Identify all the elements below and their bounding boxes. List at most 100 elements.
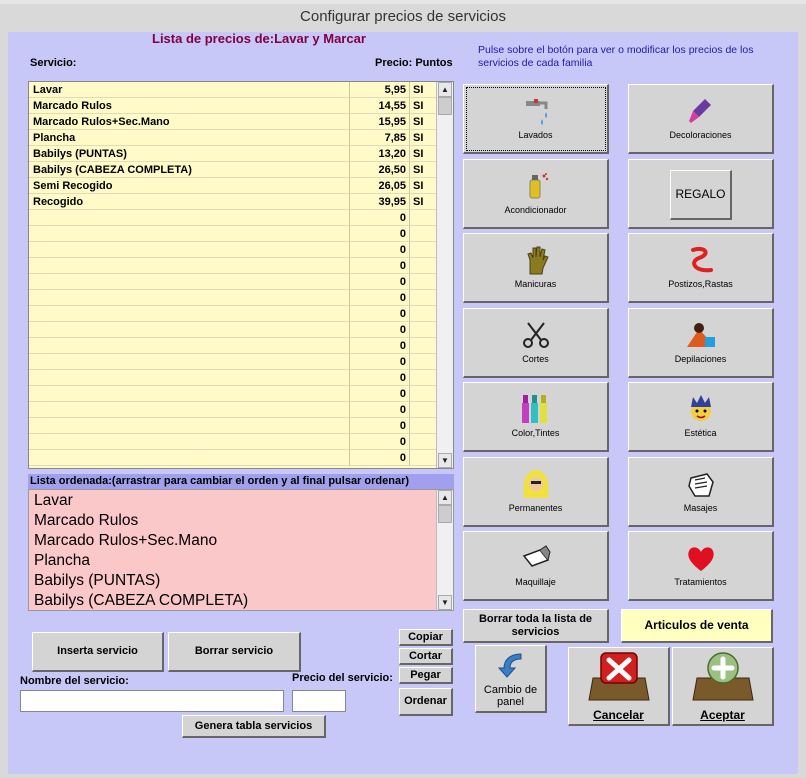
service-name-cell[interactable]: Lavar — [29, 82, 350, 98]
service-price-cell[interactable]: 0 — [350, 306, 410, 322]
service-price-cell[interactable]: 0 — [350, 370, 410, 386]
scroll-thumb[interactable] — [438, 97, 452, 115]
service-name-cell[interactable] — [29, 450, 350, 466]
service-name-cell[interactable] — [29, 338, 350, 354]
table-row[interactable]: 0 — [29, 370, 437, 386]
family-button-acondicionador[interactable]: Acondicionador — [463, 158, 609, 229]
family-button-tratamientos[interactable]: Tratamientos — [628, 531, 774, 601]
service-points-cell[interactable]: SI — [410, 98, 437, 114]
table-row[interactable]: Semi Recogido 26,05 SI — [29, 178, 437, 194]
service-points-cell[interactable] — [410, 274, 437, 290]
scroll-down-arrow-icon[interactable]: ▼ — [438, 453, 452, 468]
articulos-venta-button[interactable]: Articulos de venta — [621, 609, 773, 643]
service-points-cell[interactable] — [410, 290, 437, 306]
table-row[interactable]: Recogido 39,95 SI — [29, 194, 437, 210]
inserta-servicio-button[interactable]: Inserta servicio — [32, 632, 164, 672]
service-points-cell[interactable] — [410, 386, 437, 402]
service-points-cell[interactable] — [410, 258, 437, 274]
service-name-cell[interactable]: Marcado Rulos — [29, 98, 350, 114]
family-button-depilaciones[interactable]: Depilaciones — [628, 307, 774, 378]
service-name-cell[interactable] — [29, 418, 350, 434]
service-points-cell[interactable] — [410, 242, 437, 258]
service-points-cell[interactable] — [410, 338, 437, 354]
table-row[interactable]: 0 — [29, 242, 437, 258]
nombre-servicio-input[interactable] — [20, 690, 284, 712]
list-item[interactable]: Lavar — [34, 491, 73, 511]
table-row[interactable]: Marcado Rulos 14,55 SI — [29, 98, 437, 114]
list-item[interactable]: Babilys (PUNTAS) — [34, 571, 160, 591]
service-price-cell[interactable]: 13,20 — [350, 146, 410, 162]
cancelar-button[interactable]: Cancelar — [568, 647, 670, 726]
service-price-cell[interactable]: 7,85 — [350, 130, 410, 146]
service-price-cell[interactable]: 26,05 — [350, 178, 410, 194]
service-name-cell[interactable] — [29, 274, 350, 290]
service-price-cell[interactable]: 0 — [350, 354, 410, 370]
table-row[interactable]: 0 — [29, 418, 437, 434]
service-name-cell[interactable] — [29, 322, 350, 338]
family-button-lavados[interactable]: Lavados — [463, 84, 609, 154]
service-name-cell[interactable] — [29, 370, 350, 386]
service-name-cell[interactable]: Babilys (PUNTAS) — [29, 146, 350, 162]
family-button-cortes[interactable]: Cortes — [463, 307, 609, 378]
service-points-cell[interactable] — [410, 210, 437, 226]
service-points-cell[interactable]: SI — [410, 162, 437, 178]
service-price-cell[interactable]: 0 — [350, 274, 410, 290]
table-row[interactable]: Plancha 7,85 SI — [29, 130, 437, 146]
service-name-cell[interactable] — [29, 386, 350, 402]
ordenar-button[interactable]: Ordenar — [399, 688, 453, 716]
service-name-cell[interactable] — [29, 258, 350, 274]
table-row[interactable]: 0 — [29, 450, 437, 466]
service-name-cell[interactable]: Marcado Rulos+Sec.Mano — [29, 114, 350, 130]
service-name-cell[interactable] — [29, 434, 350, 450]
ordered-list[interactable]: Lavar Marcado Rulos Marcado Rulos+Sec.Mano… — [28, 489, 454, 611]
borrar-lista-button[interactable]: Borrar toda la lista de servicios — [463, 609, 609, 643]
service-name-cell[interactable] — [29, 290, 350, 306]
service-name-cell[interactable] — [29, 354, 350, 370]
precio-servicio-input[interactable] — [292, 690, 346, 712]
list-item[interactable]: Plancha — [34, 551, 90, 571]
service-price-cell[interactable]: 26,50 — [350, 162, 410, 178]
table-row[interactable]: 0 — [29, 434, 437, 450]
service-name-cell[interactable]: Semi Recogido — [29, 178, 350, 194]
table-row[interactable]: 0 — [29, 322, 437, 338]
family-button-est-tica[interactable]: Estética — [628, 382, 774, 452]
service-price-cell[interactable]: 0 — [350, 322, 410, 338]
service-price-cell[interactable]: 15,95 — [350, 114, 410, 130]
service-name-cell[interactable] — [29, 226, 350, 242]
family-button-regalo[interactable]: REGALO — [628, 158, 774, 229]
aceptar-button[interactable]: Aceptar — [672, 647, 774, 726]
family-button-manicuras[interactable]: Manicuras — [463, 233, 609, 303]
service-price-cell[interactable]: 0 — [350, 450, 410, 466]
table-row[interactable]: 0 — [29, 274, 437, 290]
service-price-cell[interactable]: 0 — [350, 226, 410, 242]
service-points-cell[interactable]: SI — [410, 194, 437, 210]
scroll-thumb[interactable] — [438, 505, 452, 523]
table-row[interactable]: Lavar 5,95 SI — [29, 82, 437, 98]
copiar-button[interactable]: Copiar — [399, 629, 453, 646]
service-price-cell[interactable]: 14,55 — [350, 98, 410, 114]
table-row[interactable]: 0 — [29, 386, 437, 402]
service-price-cell[interactable]: 0 — [350, 210, 410, 226]
service-name-cell[interactable] — [29, 306, 350, 322]
service-name-cell[interactable]: Babilys (CABEZA COMPLETA) — [29, 162, 350, 178]
ordered-list-scrollbar[interactable]: ▲ ▼ — [436, 490, 453, 610]
table-row[interactable]: 0 — [29, 210, 437, 226]
regalo-button[interactable]: REGALO — [670, 169, 732, 220]
cambio-panel-button[interactable]: Cambio de panel — [475, 645, 547, 713]
table-row[interactable]: 0 — [29, 402, 437, 418]
family-button-permanentes[interactable]: Permanentes — [463, 456, 609, 527]
scroll-up-arrow-icon[interactable]: ▲ — [438, 82, 452, 97]
service-points-cell[interactable]: SI — [410, 82, 437, 98]
family-button-maquillaje[interactable]: Maquillaje — [463, 531, 609, 601]
service-price-cell[interactable]: 0 — [350, 242, 410, 258]
service-price-cell[interactable]: 0 — [350, 418, 410, 434]
service-points-cell[interactable] — [410, 354, 437, 370]
table-row[interactable]: 0 — [29, 354, 437, 370]
table-row[interactable]: Babilys (PUNTAS) 13,20 SI — [29, 146, 437, 162]
family-button-masajes[interactable]: Masajes — [628, 456, 774, 527]
grid-scrollbar[interactable]: ▲ ▼ — [436, 82, 453, 468]
table-row[interactable]: Babilys (CABEZA COMPLETA) 26,50 SI — [29, 162, 437, 178]
genera-tabla-button[interactable]: Genera tabla servicios — [182, 715, 326, 738]
service-name-cell[interactable]: Plancha — [29, 130, 350, 146]
table-row[interactable]: 0 — [29, 290, 437, 306]
